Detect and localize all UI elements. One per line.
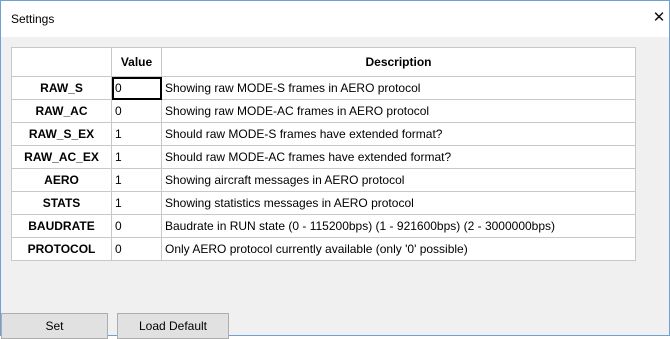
description-cell[interactable]: Showing aircraft messages in AERO protoc… xyxy=(161,168,636,192)
load-default-button[interactable]: Load Default xyxy=(117,313,229,339)
description-column-header[interactable]: Description xyxy=(161,47,636,77)
table-row: RAW_AC 0 Showing raw MODE-AC frames in A… xyxy=(11,99,636,123)
window-title: Settings xyxy=(11,12,55,26)
corner-header-cell xyxy=(11,47,112,77)
header-row: Value Description xyxy=(11,47,636,77)
description-cell[interactable]: Only AERO protocol currently available (… xyxy=(161,237,636,261)
table-row: RAW_S 0 Showing raw MODE-S frames in AER… xyxy=(11,76,636,100)
close-icon[interactable]: ✕ xyxy=(649,6,669,30)
description-cell[interactable]: Baudrate in RUN state (0 - 115200bps) (1… xyxy=(161,214,636,238)
set-button[interactable]: Set xyxy=(1,313,108,339)
value-cell[interactable]: 1 xyxy=(111,168,162,192)
value-cell[interactable]: 0 xyxy=(111,76,162,100)
value-cell[interactable]: 0 xyxy=(111,214,162,238)
value-cell[interactable]: 1 xyxy=(111,122,162,146)
description-cell[interactable]: Showing raw MODE-S frames in AERO protoc… xyxy=(161,76,636,100)
value-cell[interactable]: 1 xyxy=(111,191,162,215)
row-header[interactable]: STATS xyxy=(11,191,112,215)
title-bar: Settings ✕ xyxy=(1,1,669,37)
row-header[interactable]: RAW_AC_EX xyxy=(11,145,112,169)
description-cell[interactable]: Showing statistics messages in AERO prot… xyxy=(161,191,636,215)
description-cell[interactable]: Should raw MODE-AC frames have extended … xyxy=(161,145,636,169)
row-header[interactable]: BAUDRATE xyxy=(11,214,112,238)
table-row: AERO 1 Showing aircraft messages in AERO… xyxy=(11,168,636,192)
row-header[interactable]: RAW_AC xyxy=(11,99,112,123)
table-row: RAW_S_EX 1 Should raw MODE-S frames have… xyxy=(11,122,636,146)
client-area: Value Description RAW_S 0 Showing raw MO… xyxy=(1,37,669,339)
table-row: RAW_AC_EX 1 Should raw MODE-AC frames ha… xyxy=(11,145,636,169)
value-cell[interactable]: 1 xyxy=(111,145,162,169)
row-header[interactable]: AERO xyxy=(11,168,112,192)
row-header[interactable]: RAW_S xyxy=(11,76,112,100)
table-row: PROTOCOL 0 Only AERO protocol currently … xyxy=(11,237,636,261)
description-cell[interactable]: Showing raw MODE-AC frames in AERO proto… xyxy=(161,99,636,123)
description-cell[interactable]: Should raw MODE-S frames have extended f… xyxy=(161,122,636,146)
row-header[interactable]: PROTOCOL xyxy=(11,237,112,261)
settings-window: Settings ✕ Value Description RAW_S 0 Sho… xyxy=(0,0,670,339)
row-header[interactable]: RAW_S_EX xyxy=(11,122,112,146)
settings-table: Value Description RAW_S 0 Showing raw MO… xyxy=(11,47,636,261)
value-cell[interactable]: 0 xyxy=(111,99,162,123)
value-cell[interactable]: 0 xyxy=(111,237,162,261)
value-column-header[interactable]: Value xyxy=(111,47,162,77)
table-row: BAUDRATE 0 Baudrate in RUN state (0 - 11… xyxy=(11,214,636,238)
table-row: STATS 1 Showing statistics messages in A… xyxy=(11,191,636,215)
